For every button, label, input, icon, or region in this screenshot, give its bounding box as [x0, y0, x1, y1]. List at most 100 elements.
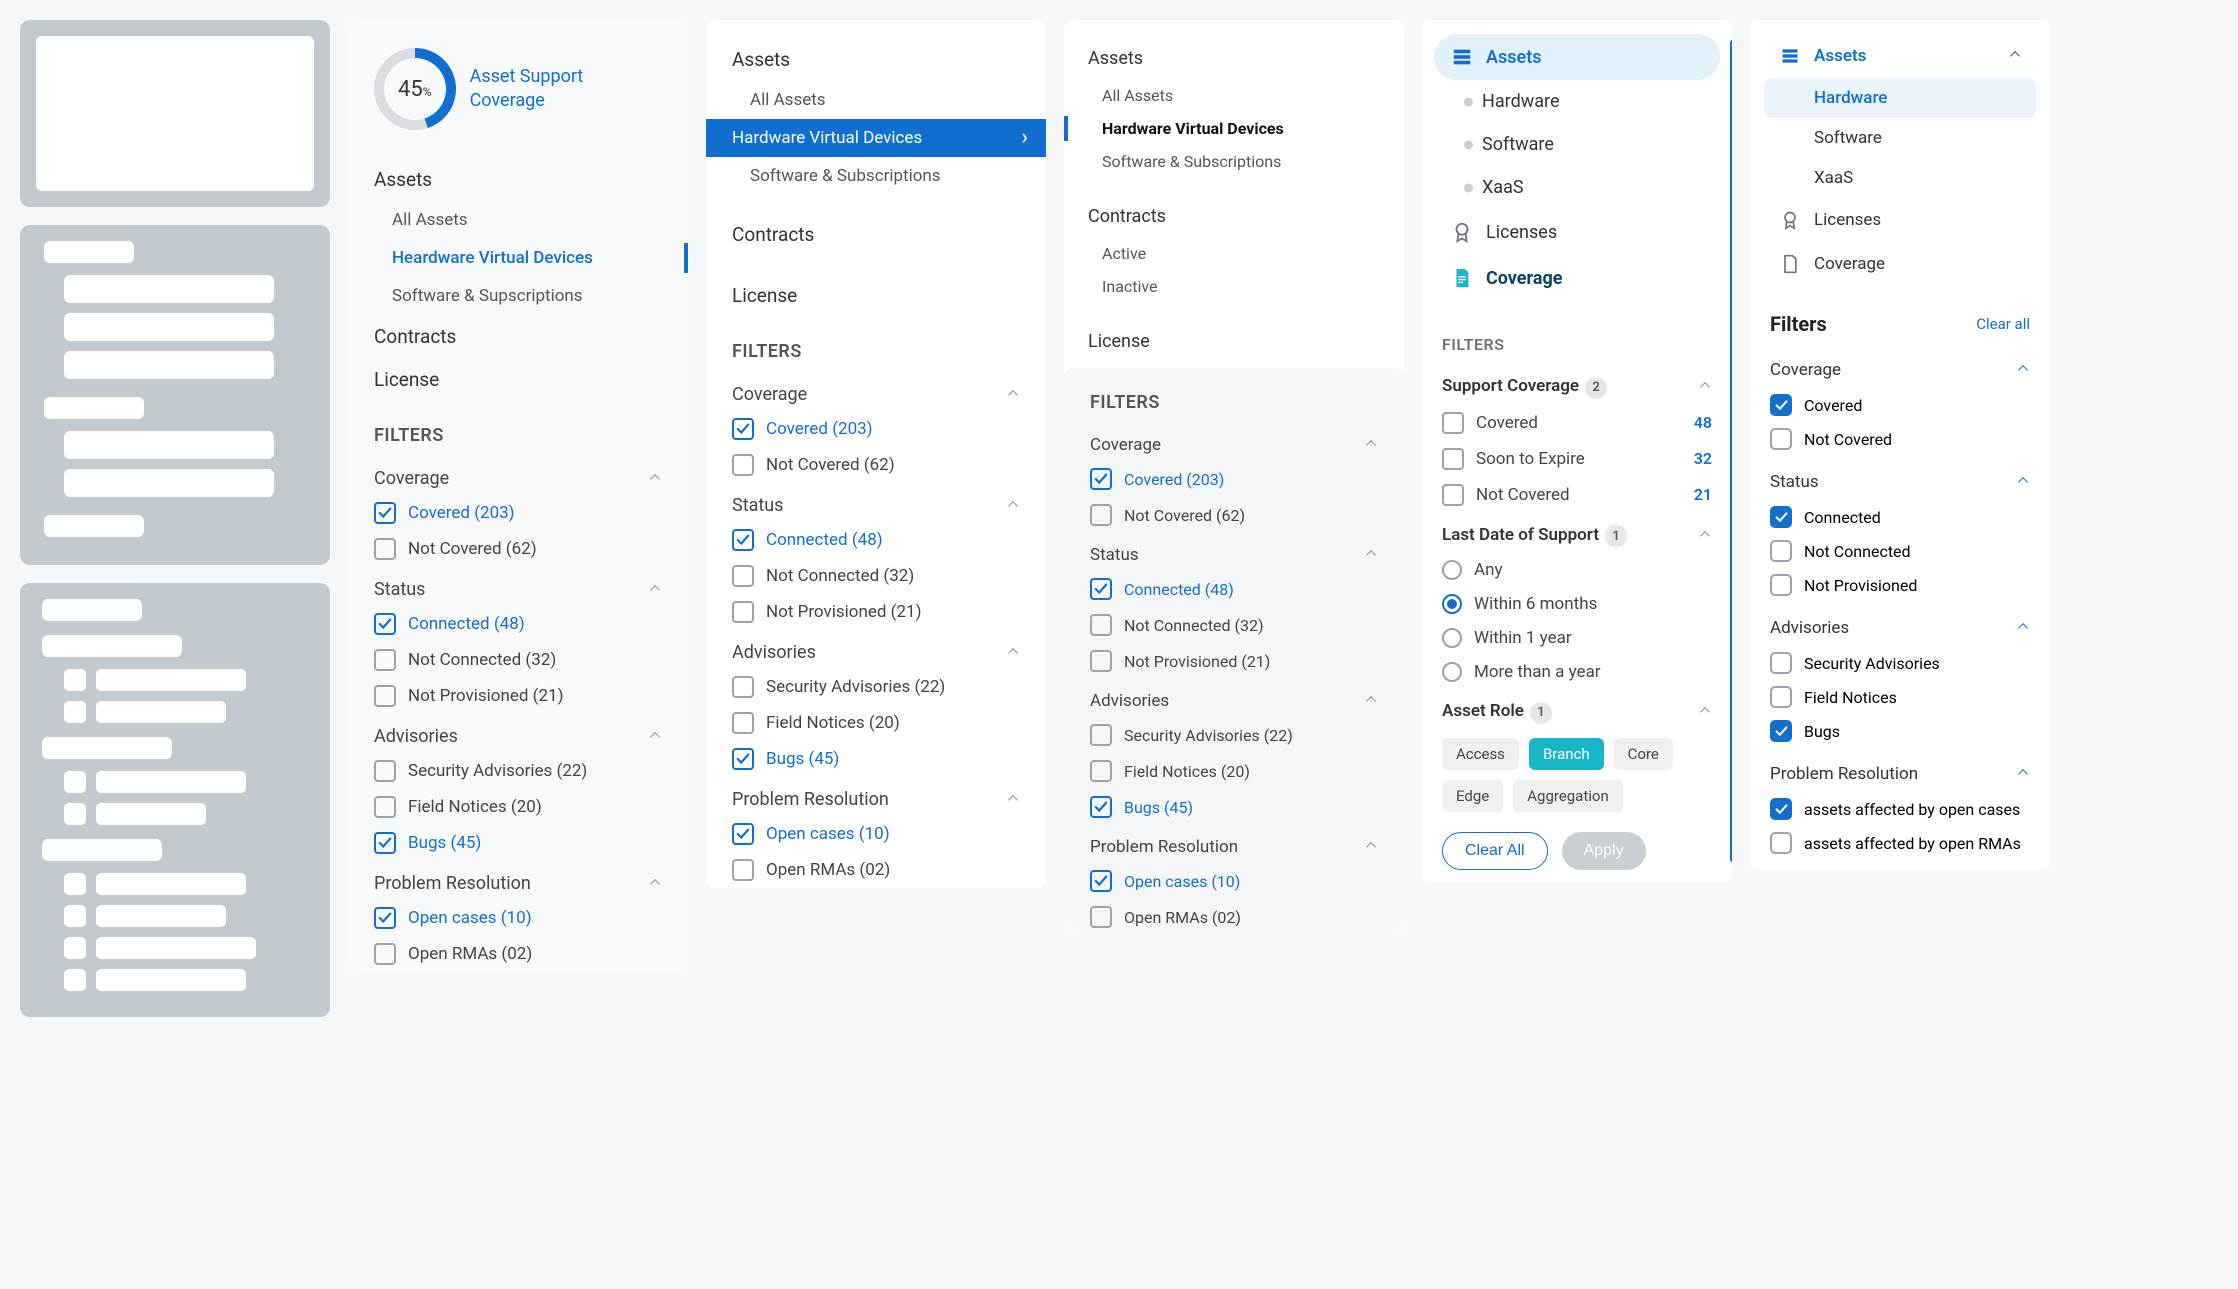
nav-section-contracts[interactable]: Contracts — [348, 315, 688, 358]
checkbox-open-cases[interactable] — [374, 907, 396, 929]
filter-group-coverage[interactable]: Coverage — [374, 456, 662, 495]
nav-all-assets[interactable]: All Assets — [706, 81, 1046, 119]
nav-contracts-active[interactable]: Active — [1064, 237, 1404, 270]
checkbox-open-rmas[interactable] — [1770, 832, 1792, 854]
filter-group-support-coverage[interactable]: Support Coverage2 — [1442, 364, 1712, 405]
checkbox-security-adv[interactable] — [1770, 652, 1792, 674]
filter-group-status[interactable]: Status — [1090, 533, 1378, 571]
tree-xaas[interactable]: XaaS — [1764, 158, 2036, 198]
checkbox-field-notices[interactable] — [1770, 686, 1792, 708]
nav-all-assets[interactable]: All Assets — [1064, 79, 1404, 112]
checkbox-covered[interactable] — [1442, 412, 1464, 434]
checkbox-bugs[interactable] — [1770, 720, 1792, 742]
chip-aggregation[interactable]: Aggregation — [1513, 780, 1623, 812]
filter-group-advisories[interactable]: Advisories — [732, 630, 1020, 669]
filter-group-coverage[interactable]: Coverage — [1090, 423, 1378, 461]
tree-hardware[interactable]: Hardware — [1434, 80, 1720, 123]
checkbox-bugs[interactable] — [732, 748, 754, 770]
checkbox-covered[interactable] — [374, 502, 396, 524]
checkbox-not-connected[interactable] — [374, 649, 396, 671]
filter-group-problem-res[interactable]: Problem Resolution — [732, 777, 1020, 816]
radio-1-year[interactable] — [1442, 628, 1462, 648]
checkbox-not-connected[interactable] — [1090, 614, 1112, 636]
checkbox-open-rmas[interactable] — [732, 859, 754, 881]
checkbox-open-cases[interactable] — [1090, 870, 1112, 892]
filter-group-problem-res[interactable]: Problem Resolution — [1770, 748, 2030, 792]
nav-hardware-virtual[interactable]: Hardware Virtual Devices — [706, 119, 1046, 157]
clear-all-link[interactable]: Clear all — [1976, 315, 2030, 333]
tree-xaas[interactable]: XaaS — [1434, 166, 1720, 209]
checkbox-not-provisioned[interactable] — [732, 601, 754, 623]
checkbox-not-connected[interactable] — [1770, 540, 1792, 562]
tree-assets[interactable]: Assets — [1764, 34, 2036, 78]
checkbox-covered[interactable] — [1770, 394, 1792, 416]
nav-section-assets[interactable]: Assets — [706, 20, 1046, 81]
tree-coverage[interactable]: Coverage — [1764, 242, 2036, 286]
nav-software-subs[interactable]: Software & Subscriptions — [1064, 145, 1404, 178]
checkbox-not-connected[interactable] — [732, 565, 754, 587]
nav-contracts-inactive[interactable]: Inactive — [1064, 270, 1404, 303]
checkbox-open-cases[interactable] — [1770, 798, 1792, 820]
nav-hardware-virtual[interactable]: Hardware Virtual Devices — [1064, 112, 1404, 145]
nav-section-contracts[interactable]: Contracts — [706, 195, 1046, 256]
nav-hardware-virtual[interactable]: Heardware Virtual Devices — [348, 239, 688, 277]
tree-licenses[interactable]: Licenses — [1434, 209, 1720, 255]
chip-edge[interactable]: Edge — [1442, 780, 1503, 812]
chip-access[interactable]: Access — [1442, 738, 1519, 770]
tree-software[interactable]: Software — [1434, 123, 1720, 166]
filter-group-problem-res[interactable]: Problem Resolution — [374, 861, 662, 900]
chip-core[interactable]: Core — [1614, 738, 1673, 770]
checkbox-security-adv[interactable] — [1090, 724, 1112, 746]
checkbox-open-rmas[interactable] — [1090, 906, 1112, 928]
checkbox-security-adv[interactable] — [732, 676, 754, 698]
tree-hardware[interactable]: Hardware — [1764, 78, 2036, 118]
checkbox-field-notices[interactable] — [732, 712, 754, 734]
nav-software-subs[interactable]: Software & Supscriptions — [348, 277, 688, 315]
nav-section-assets[interactable]: Assets — [1064, 20, 1404, 79]
checkbox-connected[interactable] — [1090, 578, 1112, 600]
tree-coverage[interactable]: Coverage — [1434, 255, 1720, 301]
filter-group-status[interactable]: Status — [732, 483, 1020, 522]
checkbox-bugs[interactable] — [1090, 796, 1112, 818]
filter-group-coverage[interactable]: Coverage — [732, 372, 1020, 411]
checkbox-not-covered[interactable] — [374, 538, 396, 560]
filter-group-advisories[interactable]: Advisories — [1090, 679, 1378, 717]
filter-group-asset-role[interactable]: Asset Role1 — [1442, 689, 1712, 730]
chip-branch[interactable]: Branch — [1529, 738, 1604, 770]
checkbox-not-covered[interactable] — [1442, 484, 1464, 506]
filter-group-advisories[interactable]: Advisories — [374, 714, 662, 753]
tree-licenses[interactable]: Licenses — [1764, 198, 2036, 242]
filter-group-problem-res[interactable]: Problem Resolution — [1090, 825, 1378, 863]
apply-button[interactable]: Apply — [1562, 832, 1646, 870]
checkbox-not-covered[interactable] — [732, 454, 754, 476]
checkbox-not-provisioned[interactable] — [1090, 650, 1112, 672]
checkbox-field-notices[interactable] — [374, 796, 396, 818]
nav-section-license[interactable]: License — [1064, 303, 1404, 362]
radio-6-months[interactable] — [1442, 594, 1462, 614]
clear-all-button[interactable]: Clear All — [1442, 832, 1548, 870]
nav-software-subs[interactable]: Software & Subscriptions — [706, 157, 1046, 195]
filter-group-status[interactable]: Status — [1770, 456, 2030, 500]
filter-group-advisories[interactable]: Advisories — [1770, 602, 2030, 646]
checkbox-covered[interactable] — [732, 418, 754, 440]
checkbox-soon-expire[interactable] — [1442, 448, 1464, 470]
checkbox-open-cases[interactable] — [732, 823, 754, 845]
nav-section-license[interactable]: License — [706, 256, 1046, 317]
radio-any[interactable] — [1442, 560, 1462, 580]
checkbox-not-covered[interactable] — [1770, 428, 1792, 450]
tree-assets[interactable]: Assets — [1434, 34, 1720, 80]
checkbox-covered[interactable] — [1090, 468, 1112, 490]
checkbox-field-notices[interactable] — [1090, 760, 1112, 782]
nav-section-contracts[interactable]: Contracts — [1064, 178, 1404, 237]
checkbox-bugs[interactable] — [374, 832, 396, 854]
checkbox-not-provisioned[interactable] — [374, 685, 396, 707]
checkbox-open-rmas[interactable] — [374, 943, 396, 965]
checkbox-not-provisioned[interactable] — [1770, 574, 1792, 596]
nav-section-assets[interactable]: Assets — [348, 158, 688, 201]
nav-all-assets[interactable]: All Assets — [348, 201, 688, 239]
checkbox-not-covered[interactable] — [1090, 504, 1112, 526]
checkbox-connected[interactable] — [374, 613, 396, 635]
checkbox-connected[interactable] — [1770, 506, 1792, 528]
checkbox-security-adv[interactable] — [374, 760, 396, 782]
checkbox-connected[interactable] — [732, 529, 754, 551]
